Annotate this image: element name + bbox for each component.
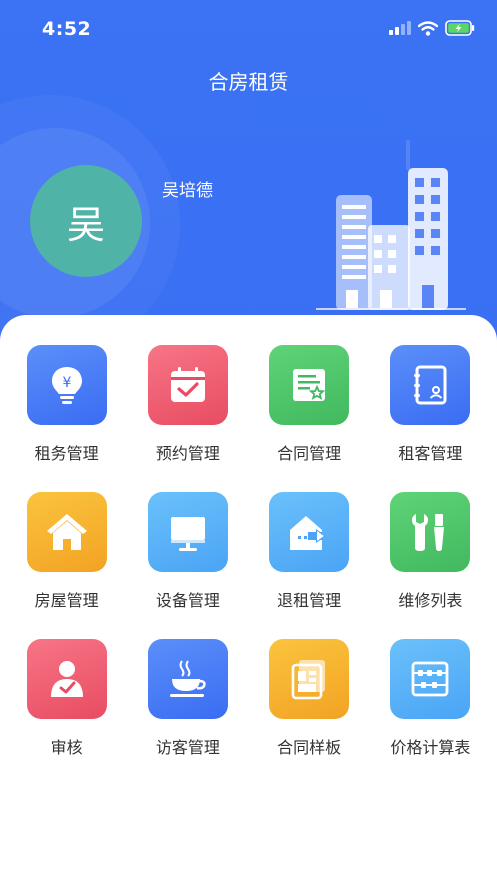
menu-label: 设备管理 — [155, 591, 220, 610]
menu-price-calculator[interactable]: 价格计算表 — [370, 639, 491, 758]
status-bar: 4:52 — [0, 0, 497, 60]
coffee-cup-icon — [169, 660, 206, 697]
wrench-icon — [412, 514, 445, 551]
move-out-icon — [290, 516, 327, 550]
function-panel: ¥ 租务管理 预约管理 合同管理 租客管理 房屋管理 设备管理 退租管理 维修列… — [0, 315, 497, 883]
menu-label: 退租管理 — [277, 591, 342, 610]
menu-label: 合同管理 — [277, 444, 342, 463]
house-icon — [46, 514, 87, 550]
header-banner: 4:52 合房租赁 吴 吴培德 — [0, 0, 497, 340]
menu-label: 预约管理 — [155, 444, 220, 463]
menu-rent-affairs[interactable]: ¥ 租务管理 — [6, 345, 127, 464]
contract-icon — [293, 369, 326, 401]
user-name: 吴培德 — [162, 181, 213, 201]
menu-tenant[interactable]: 租客管理 — [370, 345, 491, 464]
menu-house[interactable]: 房屋管理 — [6, 492, 127, 611]
status-time: 4:52 — [42, 18, 92, 40]
menu-review[interactable]: 审核 — [6, 639, 127, 758]
template-icon — [291, 660, 326, 700]
svg-text:¥: ¥ — [62, 375, 71, 391]
menu-repair-list[interactable]: 维修列表 — [370, 492, 491, 611]
menu-contract-template[interactable]: 合同样板 — [249, 639, 370, 758]
menu-equipment[interactable]: 设备管理 — [127, 492, 248, 611]
calendar-check-icon — [170, 367, 205, 402]
abacus-icon — [411, 661, 449, 697]
menu-label: 访客管理 — [155, 738, 220, 757]
menu-contract[interactable]: 合同管理 — [249, 345, 370, 464]
menu-move-out[interactable]: 退租管理 — [249, 492, 370, 611]
menu-label: 合同样板 — [277, 738, 342, 757]
tenant-book-icon — [414, 365, 447, 405]
money-bulb-icon: ¥ — [51, 367, 82, 404]
avatar-initial: 吴 — [66, 202, 105, 247]
menu-label: 房屋管理 — [34, 591, 99, 610]
menu-appointment[interactable]: 预约管理 — [127, 345, 248, 464]
function-grid: ¥ 租务管理 预约管理 合同管理 租客管理 房屋管理 设备管理 退租管理 维修列… — [6, 345, 491, 758]
menu-label: 租务管理 — [34, 444, 99, 463]
review-person-icon — [50, 661, 83, 697]
battery-charging-icon — [445, 20, 475, 36]
menu-visitor[interactable]: 访客管理 — [127, 639, 248, 758]
avatar[interactable]: 吴 — [30, 165, 142, 277]
status-icons — [389, 20, 475, 36]
page-title: 合房租赁 — [208, 70, 289, 94]
menu-label: 租客管理 — [398, 444, 463, 463]
signal-icon — [389, 21, 411, 35]
buildings-illustration — [316, 140, 466, 310]
menu-label: 价格计算表 — [390, 738, 471, 757]
menu-label: 审核 — [50, 738, 83, 757]
menu-label: 维修列表 — [398, 591, 463, 610]
monitor-icon — [170, 517, 205, 551]
wifi-icon — [418, 20, 438, 36]
